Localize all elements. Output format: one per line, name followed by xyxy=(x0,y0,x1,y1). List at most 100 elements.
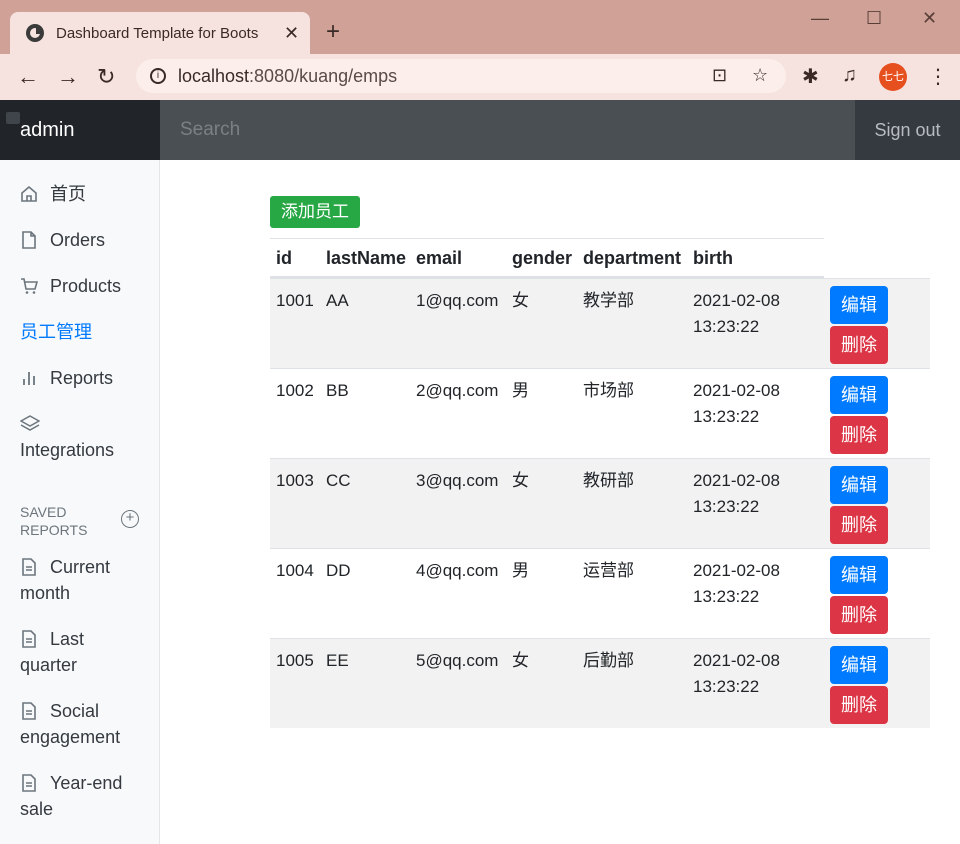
forward-arrow-icon[interactable]: → xyxy=(57,64,79,90)
sidebar: 首页 Orders Products 员工管理 Reports Integrat… xyxy=(0,160,160,844)
file-text-icon xyxy=(22,558,36,576)
brand-square-icon xyxy=(6,112,20,124)
employee-table: id lastName email gender department birt… xyxy=(270,238,930,728)
cell-email: 3@qq.com xyxy=(416,471,499,490)
browser-toolbar: ← → ↻ i localhost:8080/kuang/emps ⊡ ☆ ✱ … xyxy=(0,54,960,100)
browser-chrome: Dashboard Template for Boots ✕ + — ☐ ✕ ←… xyxy=(0,0,960,100)
cell-birth: 2021-02-08 13:23:22 xyxy=(693,381,780,426)
table-row: 1001 AA 1@qq.com 女 教学部 2021-02-08 13:23:2… xyxy=(270,278,930,368)
cell-id: 1005 xyxy=(276,651,314,670)
back-arrow-icon[interactable]: ← xyxy=(17,64,39,90)
cell-gender: 女 xyxy=(512,291,529,310)
saved-reports-heading: SAVED REPORTS xyxy=(20,504,88,538)
cell-department: 教学部 xyxy=(583,291,634,310)
saved-report-social-engagement[interactable]: Social engagement xyxy=(20,698,120,750)
column-header-email: email xyxy=(416,248,463,268)
minimize-icon[interactable]: — xyxy=(811,8,829,29)
address-bar[interactable]: i localhost:8080/kuang/emps ⊡ ☆ xyxy=(136,59,786,93)
cell-gender: 女 xyxy=(512,651,529,670)
column-header-lastname: lastName xyxy=(326,248,407,268)
column-header-birth: birth xyxy=(693,248,733,268)
top-navbar: admin Search Sign out xyxy=(0,100,960,160)
add-employee-button[interactable]: 添加员工 xyxy=(270,196,360,228)
column-header-gender: gender xyxy=(512,248,573,268)
translate-icon[interactable]: ⊡ xyxy=(712,65,727,86)
sidebar-item-reports[interactable]: Reports xyxy=(20,365,113,391)
delete-button[interactable]: 删除 xyxy=(830,596,888,634)
edit-button[interactable]: 编辑 xyxy=(830,376,888,414)
media-control-icon[interactable]: ♫ xyxy=(842,64,857,87)
saved-report-year-end-sale[interactable]: Year-end sale xyxy=(20,770,122,822)
cell-birth: 2021-02-08 13:23:22 xyxy=(693,471,780,516)
home-icon xyxy=(21,185,37,202)
window-close-icon[interactable]: ✕ xyxy=(922,8,937,29)
delete-button[interactable]: 删除 xyxy=(830,416,888,454)
cell-lastname: BB xyxy=(326,381,349,400)
saved-report-last-quarter[interactable]: Last quarter xyxy=(20,626,84,678)
sidebar-item-home[interactable]: 首页 xyxy=(20,181,86,207)
sign-out-link[interactable]: Sign out xyxy=(855,100,960,160)
layers-icon xyxy=(20,415,40,431)
edit-button[interactable]: 编辑 xyxy=(830,286,888,324)
close-tab-icon[interactable]: ✕ xyxy=(284,23,299,44)
table-row: 1002 BB 2@qq.com 男 市场部 2021-02-08 13:23:2… xyxy=(270,368,930,458)
cell-lastname: EE xyxy=(326,651,349,670)
cell-department: 后勤部 xyxy=(583,651,634,670)
url-text: localhost:8080/kuang/emps xyxy=(178,65,398,86)
table-row: 1004 DD 4@qq.com 男 运营部 2021-02-08 13:23:2… xyxy=(270,548,930,638)
cell-id: 1003 xyxy=(276,471,314,490)
table-header: id lastName email gender department birt… xyxy=(270,238,824,278)
bookmark-star-icon[interactable]: ☆ xyxy=(752,65,768,86)
table-row: 1005 EE 5@qq.com 女 后勤部 2021-02-08 13:23:2… xyxy=(270,638,930,728)
file-text-icon xyxy=(22,630,36,648)
maximize-icon[interactable]: ☐ xyxy=(866,8,882,29)
cell-department: 运营部 xyxy=(583,561,634,580)
file-text-icon xyxy=(22,702,36,720)
tab-title: Dashboard Template for Boots xyxy=(56,24,259,42)
new-tab-icon[interactable]: + xyxy=(326,18,340,46)
add-report-icon[interactable]: + xyxy=(121,510,139,528)
cell-email: 1@qq.com xyxy=(416,291,499,310)
search-input[interactable]: Search xyxy=(160,100,855,160)
cell-department: 教研部 xyxy=(583,471,634,490)
shopping-cart-icon xyxy=(21,278,38,294)
brand[interactable]: admin xyxy=(0,100,160,160)
browser-tab[interactable]: Dashboard Template for Boots ✕ xyxy=(10,12,310,54)
cell-birth: 2021-02-08 13:23:22 xyxy=(693,561,780,606)
cell-gender: 女 xyxy=(512,471,529,490)
sidebar-item-products[interactable]: Products xyxy=(20,273,121,299)
profile-avatar[interactable]: 七七 xyxy=(879,63,907,91)
cell-gender: 男 xyxy=(512,561,529,580)
cell-email: 2@qq.com xyxy=(416,381,499,400)
cell-lastname: DD xyxy=(326,561,351,580)
cell-birth: 2021-02-08 13:23:22 xyxy=(693,651,780,696)
delete-button[interactable]: 删除 xyxy=(830,686,888,724)
bar-chart-icon xyxy=(23,372,35,385)
cell-email: 5@qq.com xyxy=(416,651,499,670)
cell-gender: 男 xyxy=(512,381,529,400)
sidebar-item-orders[interactable]: Orders xyxy=(20,227,105,253)
column-header-id: id xyxy=(276,248,292,268)
sidebar-item-integrations[interactable]: Integrations xyxy=(20,437,114,463)
saved-report-current-month[interactable]: Current month xyxy=(20,554,110,606)
delete-button[interactable]: 删除 xyxy=(830,506,888,544)
extensions-icon[interactable]: ✱ xyxy=(802,64,819,89)
cell-id: 1001 xyxy=(276,291,314,310)
cell-email: 4@qq.com xyxy=(416,561,499,580)
main-content: 添加员工 id lastName email gender department… xyxy=(160,160,960,844)
edit-button[interactable]: 编辑 xyxy=(830,466,888,504)
sidebar-item-employees[interactable]: 员工管理 xyxy=(20,319,92,345)
cell-lastname: CC xyxy=(326,471,351,490)
delete-button[interactable]: 删除 xyxy=(830,326,888,364)
table-row: 1003 CC 3@qq.com 女 教研部 2021-02-08 13:23:2… xyxy=(270,458,930,548)
info-icon[interactable]: i xyxy=(150,68,166,84)
file-icon xyxy=(22,231,36,249)
cell-birth: 2021-02-08 13:23:22 xyxy=(693,291,780,336)
browser-menu-icon[interactable]: ⋮ xyxy=(928,64,948,89)
edit-button[interactable]: 编辑 xyxy=(830,646,888,684)
reload-icon[interactable]: ↻ xyxy=(97,64,115,90)
edit-button[interactable]: 编辑 xyxy=(830,556,888,594)
file-text-icon xyxy=(22,774,36,792)
cell-lastname: AA xyxy=(326,291,349,310)
cell-id: 1002 xyxy=(276,381,314,400)
